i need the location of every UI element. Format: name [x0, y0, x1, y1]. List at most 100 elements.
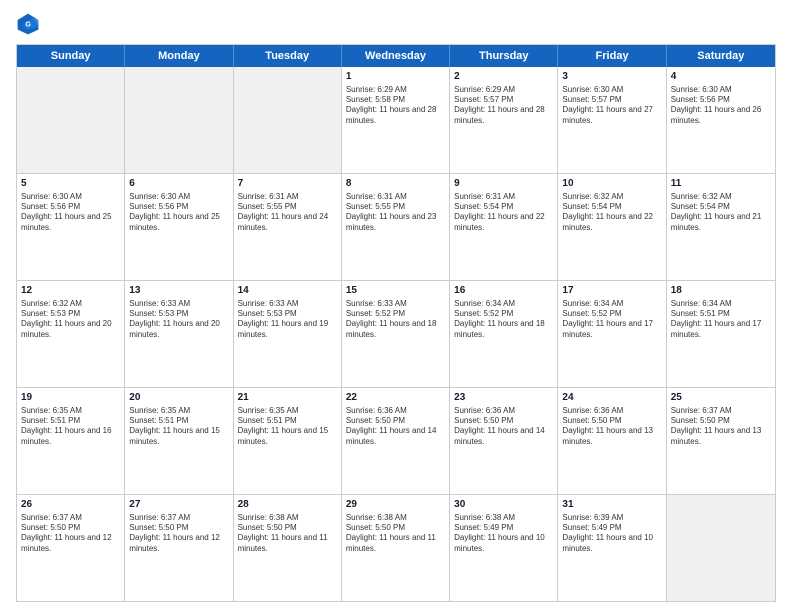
- day-number: 26: [21, 498, 120, 512]
- day-number: 5: [21, 177, 120, 191]
- svg-text:G: G: [25, 19, 31, 28]
- calendar-cell: 24Sunrise: 6:36 AMSunset: 5:50 PMDayligh…: [558, 388, 666, 494]
- cell-details: Sunrise: 6:35 AMSunset: 5:51 PMDaylight:…: [21, 406, 120, 448]
- cell-details: Sunrise: 6:39 AMSunset: 5:49 PMDaylight:…: [562, 513, 661, 555]
- calendar-week: 5Sunrise: 6:30 AMSunset: 5:56 PMDaylight…: [17, 174, 775, 281]
- calendar-cell: 13Sunrise: 6:33 AMSunset: 5:53 PMDayligh…: [125, 281, 233, 387]
- day-number: 13: [129, 284, 228, 298]
- calendar-header-cell: Sunday: [17, 45, 125, 67]
- cell-details: Sunrise: 6:37 AMSunset: 5:50 PMDaylight:…: [671, 406, 771, 448]
- calendar-cell: 7Sunrise: 6:31 AMSunset: 5:55 PMDaylight…: [234, 174, 342, 280]
- day-number: 10: [562, 177, 661, 191]
- calendar: SundayMondayTuesdayWednesdayThursdayFrid…: [16, 44, 776, 602]
- cell-details: Sunrise: 6:30 AMSunset: 5:57 PMDaylight:…: [562, 85, 661, 127]
- day-number: 20: [129, 391, 228, 405]
- day-number: 19: [21, 391, 120, 405]
- calendar-cell: 29Sunrise: 6:38 AMSunset: 5:50 PMDayligh…: [342, 495, 450, 601]
- calendar-header-cell: Friday: [558, 45, 666, 67]
- day-number: 2: [454, 70, 553, 84]
- cell-details: Sunrise: 6:38 AMSunset: 5:50 PMDaylight:…: [346, 513, 445, 555]
- day-number: 7: [238, 177, 337, 191]
- calendar-cell: 16Sunrise: 6:34 AMSunset: 5:52 PMDayligh…: [450, 281, 558, 387]
- cell-details: Sunrise: 6:29 AMSunset: 5:58 PMDaylight:…: [346, 85, 445, 127]
- cell-details: Sunrise: 6:35 AMSunset: 5:51 PMDaylight:…: [129, 406, 228, 448]
- calendar-header-cell: Thursday: [450, 45, 558, 67]
- cell-details: Sunrise: 6:32 AMSunset: 5:54 PMDaylight:…: [562, 192, 661, 234]
- cell-details: Sunrise: 6:33 AMSunset: 5:53 PMDaylight:…: [238, 299, 337, 341]
- day-number: 31: [562, 498, 661, 512]
- day-number: 21: [238, 391, 337, 405]
- calendar-cell: 5Sunrise: 6:30 AMSunset: 5:56 PMDaylight…: [17, 174, 125, 280]
- day-number: 30: [454, 498, 553, 512]
- cell-details: Sunrise: 6:34 AMSunset: 5:52 PMDaylight:…: [454, 299, 553, 341]
- calendar-header-cell: Monday: [125, 45, 233, 67]
- calendar-week: 12Sunrise: 6:32 AMSunset: 5:53 PMDayligh…: [17, 281, 775, 388]
- day-number: 8: [346, 177, 445, 191]
- calendar-cell: 27Sunrise: 6:37 AMSunset: 5:50 PMDayligh…: [125, 495, 233, 601]
- day-number: 9: [454, 177, 553, 191]
- day-number: 4: [671, 70, 771, 84]
- cell-details: Sunrise: 6:30 AMSunset: 5:56 PMDaylight:…: [671, 85, 771, 127]
- day-number: 29: [346, 498, 445, 512]
- calendar-cell: 20Sunrise: 6:35 AMSunset: 5:51 PMDayligh…: [125, 388, 233, 494]
- calendar-cell: 12Sunrise: 6:32 AMSunset: 5:53 PMDayligh…: [17, 281, 125, 387]
- calendar-cell: [667, 495, 775, 601]
- cell-details: Sunrise: 6:36 AMSunset: 5:50 PMDaylight:…: [454, 406, 553, 448]
- calendar-week: 19Sunrise: 6:35 AMSunset: 5:51 PMDayligh…: [17, 388, 775, 495]
- calendar-cell: 25Sunrise: 6:37 AMSunset: 5:50 PMDayligh…: [667, 388, 775, 494]
- day-number: 12: [21, 284, 120, 298]
- cell-details: Sunrise: 6:35 AMSunset: 5:51 PMDaylight:…: [238, 406, 337, 448]
- day-number: 28: [238, 498, 337, 512]
- cell-details: Sunrise: 6:38 AMSunset: 5:50 PMDaylight:…: [238, 513, 337, 555]
- cell-details: Sunrise: 6:29 AMSunset: 5:57 PMDaylight:…: [454, 85, 553, 127]
- calendar-cell: 19Sunrise: 6:35 AMSunset: 5:51 PMDayligh…: [17, 388, 125, 494]
- calendar-header: SundayMondayTuesdayWednesdayThursdayFrid…: [17, 45, 775, 67]
- calendar-cell: 4Sunrise: 6:30 AMSunset: 5:56 PMDaylight…: [667, 67, 775, 173]
- logo-icon: G: [16, 12, 40, 36]
- page: G SundayMondayTuesdayWednesdayThursdayFr…: [0, 0, 792, 612]
- calendar-cell: 10Sunrise: 6:32 AMSunset: 5:54 PMDayligh…: [558, 174, 666, 280]
- calendar-cell: 11Sunrise: 6:32 AMSunset: 5:54 PMDayligh…: [667, 174, 775, 280]
- calendar-header-cell: Tuesday: [234, 45, 342, 67]
- cell-details: Sunrise: 6:30 AMSunset: 5:56 PMDaylight:…: [21, 192, 120, 234]
- cell-details: Sunrise: 6:34 AMSunset: 5:51 PMDaylight:…: [671, 299, 771, 341]
- calendar-cell: 8Sunrise: 6:31 AMSunset: 5:55 PMDaylight…: [342, 174, 450, 280]
- calendar-cell: 21Sunrise: 6:35 AMSunset: 5:51 PMDayligh…: [234, 388, 342, 494]
- calendar-cell: [125, 67, 233, 173]
- calendar-cell: 14Sunrise: 6:33 AMSunset: 5:53 PMDayligh…: [234, 281, 342, 387]
- cell-details: Sunrise: 6:33 AMSunset: 5:52 PMDaylight:…: [346, 299, 445, 341]
- calendar-cell: 6Sunrise: 6:30 AMSunset: 5:56 PMDaylight…: [125, 174, 233, 280]
- calendar-cell: [234, 67, 342, 173]
- calendar-week: 26 Sunrise: 6:37 AMSunset: 5:50 PMDayligh…: [17, 495, 775, 601]
- day-number: 23: [454, 391, 553, 405]
- calendar-cell: 2Sunrise: 6:29 AMSunset: 5:57 PMDaylight…: [450, 67, 558, 173]
- calendar-cell: 18Sunrise: 6:34 AMSunset: 5:51 PMDayligh…: [667, 281, 775, 387]
- calendar-cell: 31Sunrise: 6:39 AMSunset: 5:49 PMDayligh…: [558, 495, 666, 601]
- cell-details: Sunrise: 6:36 AMSunset: 5:50 PMDaylight:…: [562, 406, 661, 448]
- calendar-cell: 17Sunrise: 6:34 AMSunset: 5:52 PMDayligh…: [558, 281, 666, 387]
- day-number: 3: [562, 70, 661, 84]
- day-number: 27: [129, 498, 228, 512]
- cell-details: Sunrise: 6:31 AMSunset: 5:54 PMDaylight:…: [454, 192, 553, 234]
- cell-details: Sunrise: 6:37 AMSunset: 5:50 PMDaylight:…: [129, 513, 228, 555]
- header: G: [16, 12, 776, 36]
- cell-details: Sunrise: 6:32 AMSunset: 5:54 PMDaylight:…: [671, 192, 771, 234]
- cell-details: Sunrise: 6:31 AMSunset: 5:55 PMDaylight:…: [238, 192, 337, 234]
- day-number: 16: [454, 284, 553, 298]
- day-number: 15: [346, 284, 445, 298]
- calendar-cell: 15Sunrise: 6:33 AMSunset: 5:52 PMDayligh…: [342, 281, 450, 387]
- logo: G: [16, 12, 44, 36]
- day-number: 24: [562, 391, 661, 405]
- cell-details: Sunrise: 6:32 AMSunset: 5:53 PMDaylight:…: [21, 299, 120, 341]
- day-number: 22: [346, 391, 445, 405]
- calendar-cell: 22Sunrise: 6:36 AMSunset: 5:50 PMDayligh…: [342, 388, 450, 494]
- calendar-cell: 23Sunrise: 6:36 AMSunset: 5:50 PMDayligh…: [450, 388, 558, 494]
- calendar-week: 1Sunrise: 6:29 AMSunset: 5:58 PMDaylight…: [17, 67, 775, 174]
- day-number: 18: [671, 284, 771, 298]
- day-number: 14: [238, 284, 337, 298]
- calendar-cell: 9Sunrise: 6:31 AMSunset: 5:54 PMDaylight…: [450, 174, 558, 280]
- calendar-header-cell: Wednesday: [342, 45, 450, 67]
- cell-details: Sunrise: 6:30 AMSunset: 5:56 PMDaylight:…: [129, 192, 228, 234]
- day-number: 25: [671, 391, 771, 405]
- calendar-cell: 3Sunrise: 6:30 AMSunset: 5:57 PMDaylight…: [558, 67, 666, 173]
